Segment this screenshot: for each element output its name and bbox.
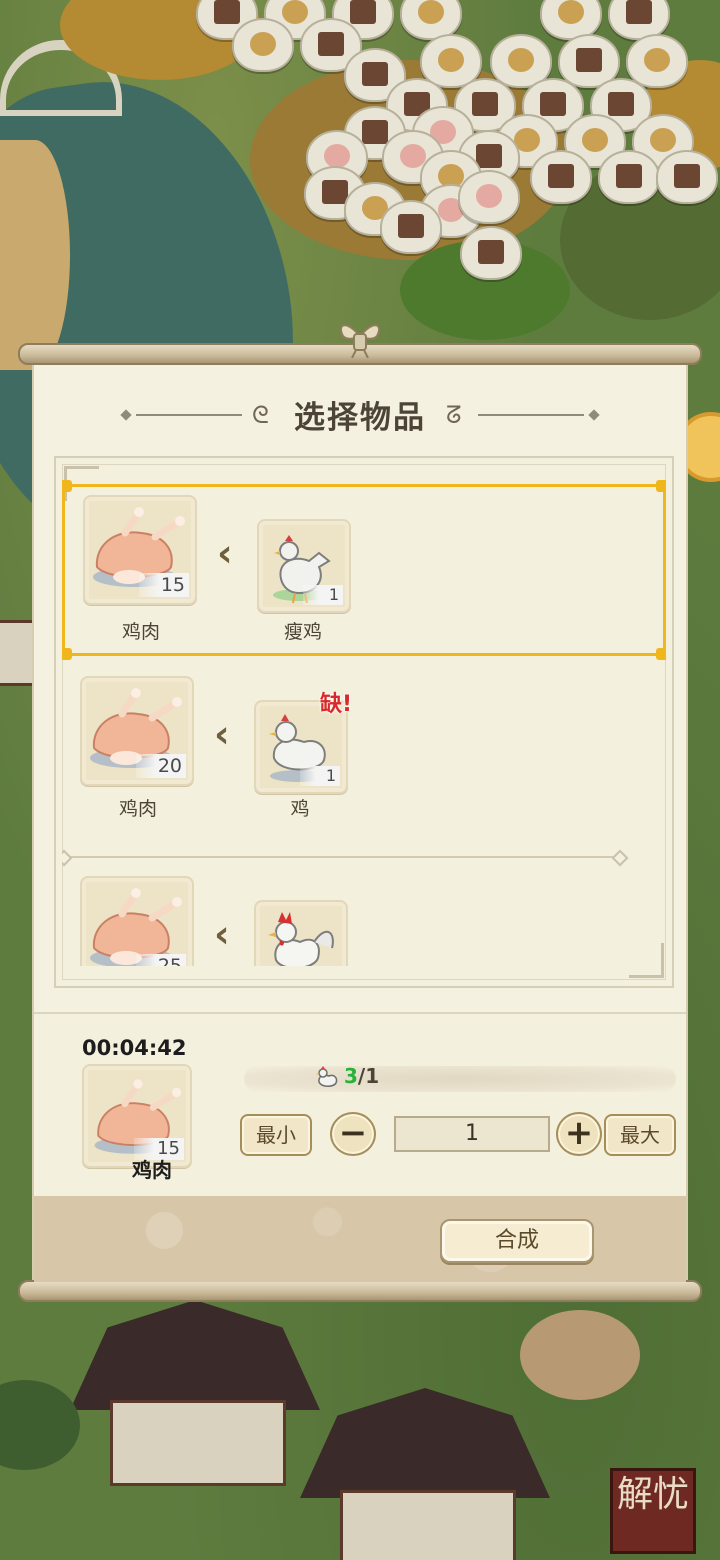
crop-plot[interactable] [380, 200, 442, 254]
quantity-input[interactable]: 1 [394, 1116, 550, 1152]
selection-corner [656, 480, 666, 492]
row-divider [62, 849, 629, 867]
chicken-mini-icon [316, 1066, 338, 1087]
recipe-row[interactable]: 25 ‹ [62, 870, 666, 966]
crop-plot[interactable] [656, 150, 718, 204]
recipe-list[interactable]: 15 鸡肉 ‹ 1 瘦鸡 20 鸡肉 ‹ 1 缺! 鸡 25 ‹ [62, 468, 666, 966]
recipe-row-selected[interactable]: 15 鸡肉 ‹ 1 瘦鸡 [62, 480, 666, 660]
input-slot[interactable]: 1 [257, 519, 351, 613]
crop-plot[interactable] [530, 150, 592, 204]
chevron-left-icon: ‹ [214, 712, 230, 756]
jieyou-label: 解忧 [616, 1474, 689, 1515]
crop-plot[interactable] [626, 34, 688, 88]
recipe-row[interactable]: 20 鸡肉 ‹ 1 缺! 鸡 [62, 670, 666, 854]
selection-corner [62, 480, 72, 492]
material-progress-bar [244, 1066, 676, 1092]
crop-plot[interactable] [458, 170, 520, 224]
chevron-left-icon: ‹ [214, 912, 230, 956]
material-have: 3 [344, 1064, 358, 1088]
min-button[interactable]: 最小 [240, 1114, 312, 1156]
input-quantity: 1 [303, 585, 343, 605]
title-rule-right [478, 414, 584, 416]
output-name: 鸡肉 [118, 798, 157, 820]
pavilion-wall [110, 1400, 286, 1486]
missing-badge: 缺! [320, 692, 353, 717]
input-name: 瘦鸡 [283, 621, 322, 643]
craft-timer: 00:04:42 [82, 1036, 187, 1060]
rooster-icon [268, 912, 334, 966]
jieyou-button[interactable]: 解忧 [610, 1468, 696, 1554]
craft-output-slot[interactable]: 15 [82, 1064, 192, 1168]
craft-panel: 00:04:42 15 鸡肉 3/1 最小 − 1 + 最大 [34, 1012, 686, 1198]
dialog-footer: 合成 [34, 1196, 686, 1282]
pavilion-wall [340, 1490, 516, 1560]
output-name: 鸡肉 [121, 621, 160, 643]
max-button[interactable]: 最大 [604, 1114, 676, 1156]
bow-knot-icon [340, 324, 380, 358]
crop-plot[interactable] [460, 226, 522, 280]
dialog-header: ᘓ 选择物品 ᘔ [32, 370, 688, 460]
increase-button[interactable]: + [556, 1112, 602, 1156]
output-slot[interactable]: 25 [80, 876, 194, 966]
output-slot[interactable]: 15 [83, 495, 197, 605]
sand-bank [0, 140, 70, 370]
output-quantity: 20 [136, 754, 186, 778]
input-slot[interactable] [254, 900, 348, 966]
input-name: 鸡 [290, 798, 310, 820]
swirl-right-icon: ᘔ [446, 401, 462, 429]
chevron-left-icon: ‹ [217, 531, 233, 575]
material-need: /1 [357, 1064, 380, 1088]
blossom-tree [520, 1310, 640, 1400]
crop-plot[interactable] [598, 150, 660, 204]
craft-output-name: 鸡肉 [132, 1158, 172, 1182]
selection-corner [656, 648, 666, 660]
output-slot[interactable]: 20 [80, 676, 194, 786]
decrease-button[interactable]: − [330, 1112, 376, 1156]
roast-chicken-icon [90, 888, 182, 966]
output-quantity: 25 [136, 954, 186, 966]
selection-corner [62, 648, 72, 660]
scroll-rod-bottom [18, 1280, 702, 1302]
craft-button[interactable]: 合成 [440, 1219, 594, 1263]
select-item-dialog: ᘓ 选择物品 ᘔ 15 鸡肉 ‹ 1 瘦鸡 20 鸡肉 ‹ 1 缺! 鸡 25 … [18, 324, 702, 1306]
input-quantity: 1 [300, 766, 340, 786]
output-quantity: 15 [139, 573, 189, 597]
material-count: 3/1 [344, 1064, 379, 1088]
crop-plot[interactable] [232, 18, 294, 72]
